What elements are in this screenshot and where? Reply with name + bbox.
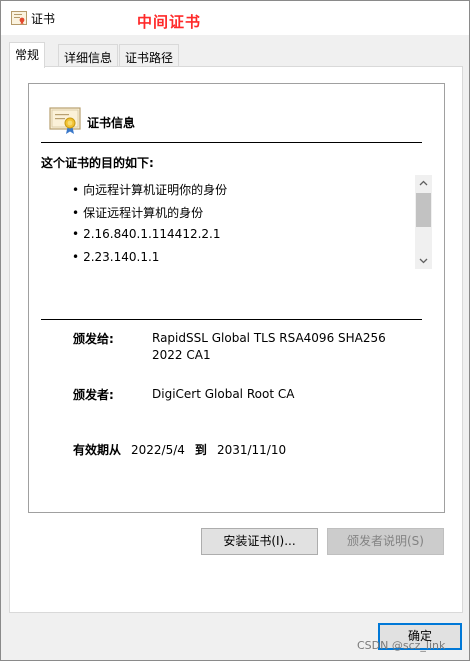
chevron-up-icon[interactable]: [415, 175, 432, 191]
install-certificate-button[interactable]: 安装证书(I)...: [201, 528, 318, 555]
issued-to-value: RapidSSL Global TLS RSA4096 SHA256 2022 …: [152, 331, 386, 362]
list-item: 向远程计算机证明你的身份: [72, 181, 227, 201]
tab-details[interactable]: 详细信息: [58, 44, 119, 67]
purpose-scrollbar[interactable]: [415, 175, 432, 269]
title-bar: 证书 中间证书: [1, 1, 469, 35]
valid-from-value: 2022/5/4: [131, 443, 185, 457]
chevron-down-icon[interactable]: [415, 253, 432, 269]
list-item: 2.16.840.1.114412.2.1: [72, 227, 220, 247]
valid-to-label: 到: [194, 443, 207, 457]
issued-to-label: 颁发给:: [73, 332, 114, 346]
cert-info-heading: 证书信息: [87, 116, 136, 130]
scroll-thumb[interactable]: [416, 193, 431, 227]
purpose-heading: 这个证书的目的如下:: [41, 156, 154, 170]
issued-by-label: 颁发者:: [73, 388, 114, 402]
heading-divider: [41, 142, 422, 143]
fields-divider: [41, 319, 422, 320]
list-item: 2.23.140.1.1: [72, 250, 159, 268]
list-item: 保证远程计算机的身份: [72, 204, 203, 224]
validity-row: 有效期从 2022/5/4 到 2031/11/10: [73, 441, 296, 458]
watermark-text: CSDN @scz_link: [357, 639, 446, 652]
certificate-dialog: 证书 中间证书 常规 详细信息 证书路径 证书信息 这个证书的目的如下: 向远程…: [0, 0, 470, 661]
valid-from-label: 有效期从: [73, 443, 122, 457]
issued-by-value: DigiCert Global Root CA: [152, 387, 295, 401]
window-title: 证书: [31, 12, 56, 26]
tab-certification-path[interactable]: 证书路径: [119, 44, 180, 67]
annotation-label: 中间证书: [137, 13, 202, 31]
purpose-list[interactable]: 向远程计算机证明你的身份 保证远程计算机的身份 2.16.840.1.11441…: [41, 173, 433, 268]
tab-general[interactable]: 常规: [9, 42, 46, 68]
issuer-statement-button[interactable]: 颁发者说明(S): [327, 528, 444, 555]
certificate-ribbon-icon: [49, 107, 81, 134]
valid-to-value: 2031/11/10: [216, 443, 287, 457]
certificate-icon: [11, 11, 27, 25]
